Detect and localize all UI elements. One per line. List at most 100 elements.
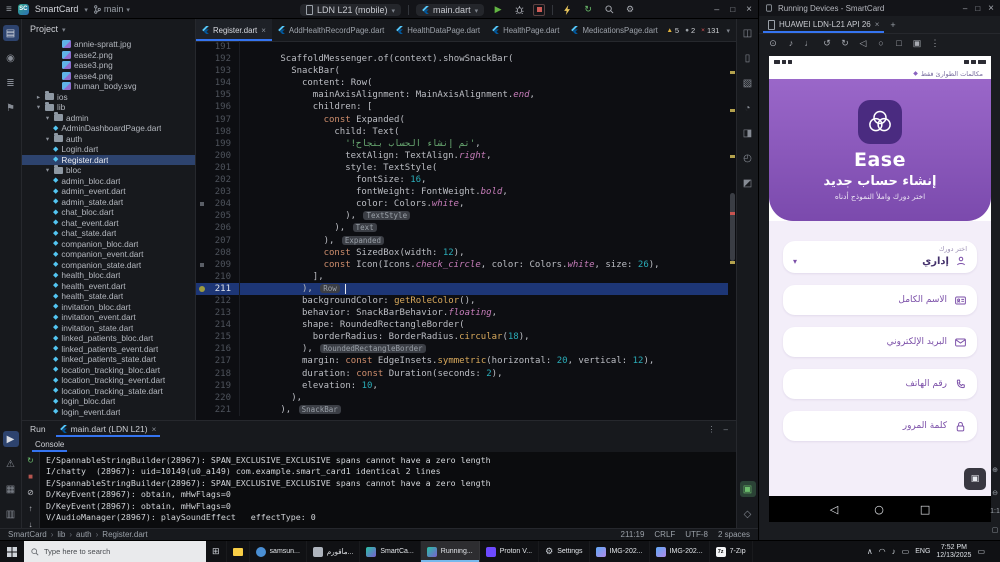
project-icon[interactable]: ▤: [2, 25, 19, 41]
floating-dock-button[interactable]: ▣: [964, 468, 986, 490]
close-icon[interactable]: [746, 4, 752, 15]
close-icon[interactable]: [875, 20, 880, 29]
breadcrumb-item[interactable]: lib: [47, 530, 65, 539]
more-icon[interactable]: ⋮: [708, 425, 716, 434]
status-item[interactable]: CRLF: [654, 530, 675, 539]
code-line[interactable]: 218 duration: const Duration(seconds: 2),: [196, 367, 728, 380]
rotate-left-icon[interactable]: ↺: [821, 37, 833, 49]
tree-item[interactable]: ◆ location_tracking_bloc.dart: [22, 365, 195, 376]
recents-icon[interactable]: □: [893, 37, 905, 49]
inspection-warning[interactable]: ▲ 5: [666, 26, 679, 35]
code-line[interactable]: 208 const SizedBox(width: 12),: [196, 246, 728, 259]
code-line[interactable]: 199 'تم إنشاء الحساب بنجاح!',: [196, 137, 728, 150]
emulator-icon[interactable]: ◩: [740, 175, 756, 191]
scroll-up-icon[interactable]: ↑: [23, 503, 39, 513]
tree-item[interactable]: ◆ login_event.dart: [22, 407, 195, 418]
taskbar-button[interactable]: IMG-202...: [650, 541, 710, 562]
tree-item[interactable]: ◆ invitation_bloc.dart: [22, 302, 195, 313]
tree-item[interactable]: ▾ lib: [22, 101, 195, 113]
code-line[interactable]: 215 borderRadius: BorderRadius.circular(1…: [196, 331, 728, 344]
code-line[interactable]: 209 const Icon(Icons.check_circle, color:…: [196, 258, 728, 271]
code-line[interactable]: 200 textAlign: TextAlign.right,: [196, 149, 728, 162]
code-line[interactable]: 201 style: TextStyle(: [196, 161, 728, 175]
tree-item[interactable]: ◆ admin_event.dart: [22, 186, 195, 197]
breadcrumb-item[interactable]: Register.dart: [92, 530, 147, 539]
minimize-icon[interactable]: [963, 4, 967, 13]
tree-item[interactable]: ◆ chat_bloc.dart: [22, 207, 195, 218]
tree-item[interactable]: ◆ login_bloc.dart: [22, 396, 195, 407]
editor-tab[interactable]: AddHealthRecordPage.dart: [272, 19, 390, 41]
back-icon[interactable]: ◁: [857, 37, 869, 49]
zoom-out-icon[interactable]: ⊖: [987, 485, 1000, 501]
code-line[interactable]: 214 shape: RoundedRectangleBorder(: [196, 319, 728, 332]
code-line[interactable]: 196 children: [: [196, 101, 728, 114]
run-panel-title[interactable]: Run: [30, 424, 46, 434]
chevron-open-icon[interactable]: ▾: [44, 114, 51, 122]
inspection-error[interactable]: × 131: [701, 26, 719, 35]
clock[interactable]: 7:52 PM 12/13/2025: [936, 544, 971, 560]
tree-item[interactable]: ▾ admin: [22, 112, 195, 124]
run-icon[interactable]: ▶: [2, 431, 19, 447]
rotate-right-icon[interactable]: ↻: [839, 37, 851, 49]
gemini-icon[interactable]: ◇: [740, 506, 756, 522]
more-icon[interactable]: ⋮: [929, 37, 941, 49]
tree-item[interactable]: ▾ bloc: [22, 164, 195, 176]
input-field[interactable]: رقم الهاتف: [783, 369, 977, 399]
taskbar-button[interactable]: 7z 7-Zip: [710, 541, 753, 562]
notifications-icon[interactable]: ◫: [740, 25, 756, 41]
tree-item[interactable]: ease4.png: [22, 71, 195, 82]
editor[interactable]: Register.dart × AddHealthRecordPage.dart He…: [196, 19, 736, 420]
code-area[interactable]: 191 192 ScaffoldMessenger.of(context).show…: [196, 41, 728, 420]
inspection-weak[interactable]: ● 2: [685, 26, 695, 35]
hidden-icons-chevron[interactable]: ∧: [867, 547, 873, 556]
tree-item[interactable]: ease2.png: [22, 50, 195, 61]
close-icon[interactable]: [152, 424, 157, 434]
project-panel-header[interactable]: Project: [22, 19, 195, 39]
debug-button[interactable]: [512, 3, 526, 17]
volume-up-icon[interactable]: ♪: [785, 37, 797, 49]
code-line[interactable]: 220),: [196, 391, 728, 404]
code-line[interactable]: 210],: [196, 270, 728, 283]
git-branch-widget[interactable]: main: [94, 4, 130, 14]
run-session-tab[interactable]: main.dart (LDN L21): [56, 421, 161, 437]
tree-item[interactable]: ease3.png: [22, 60, 195, 71]
console-output[interactable]: E/SpannableStringBuilder(28967): SPAN_EX…: [40, 452, 736, 529]
chevron-down-icon[interactable]: [726, 26, 730, 35]
bookmarks-icon[interactable]: ⚑: [3, 100, 19, 116]
nav-back-icon[interactable]: ◁: [830, 503, 838, 516]
inspections-widget[interactable]: ▲ 5 ● 2 × 131: [666, 26, 719, 35]
stop-button[interactable]: [533, 3, 546, 16]
tree-item[interactable]: ◆ location_tracking_state.dart: [22, 386, 195, 397]
device-manager-icon[interactable]: ▯: [740, 50, 756, 66]
tree-item[interactable]: ◆ companion_event.dart: [22, 249, 195, 260]
main-menu-icon[interactable]: ≡: [6, 4, 12, 15]
tree-item[interactable]: ◆ chat_state.dart: [22, 228, 195, 239]
scrollbar-thumb[interactable]: [730, 192, 735, 261]
tree-item[interactable]: ◆ admin_state.dart: [22, 197, 195, 208]
zoom-ratio[interactable]: 1:1: [990, 508, 1000, 515]
input-field[interactable]: الاسم الكامل: [783, 285, 977, 315]
tree-item[interactable]: ◆ Register.dart: [22, 154, 195, 165]
maximize-icon[interactable]: [730, 4, 735, 14]
code-line[interactable]: 204 color: Colors.white,: [196, 198, 728, 211]
breadcrumb-item[interactable]: auth: [65, 530, 92, 539]
notification-center-icon[interactable]: ▭: [977, 547, 985, 556]
console-tab[interactable]: Console: [32, 437, 67, 452]
taskbar-icon-button[interactable]: [227, 541, 250, 562]
screenshot-icon[interactable]: ▣: [911, 37, 923, 49]
run-button[interactable]: ▶: [491, 3, 505, 17]
close-icon[interactable]: ×: [261, 26, 266, 35]
hot-restart-button[interactable]: ↻: [581, 3, 595, 17]
build-icon[interactable]: ◨: [740, 125, 756, 141]
tree-item[interactable]: ◆ health_bloc.dart: [22, 270, 195, 281]
status-item[interactable]: UTF-8: [685, 530, 708, 539]
editor-tab[interactable]: Register.dart ×: [196, 19, 272, 41]
code-line[interactable]: 202 fontSize: 16,: [196, 174, 728, 187]
running-devices-icon[interactable]: ▣: [739, 481, 756, 497]
rerun-icon[interactable]: ↻: [23, 456, 39, 466]
terminal-icon[interactable]: ▦: [3, 481, 19, 497]
code-line[interactable]: 219 elevation: 10,: [196, 379, 728, 392]
volume-down-icon[interactable]: ♩: [803, 37, 815, 49]
minimize-icon[interactable]: [714, 4, 719, 14]
code-line[interactable]: 207), Expanded: [196, 234, 728, 247]
